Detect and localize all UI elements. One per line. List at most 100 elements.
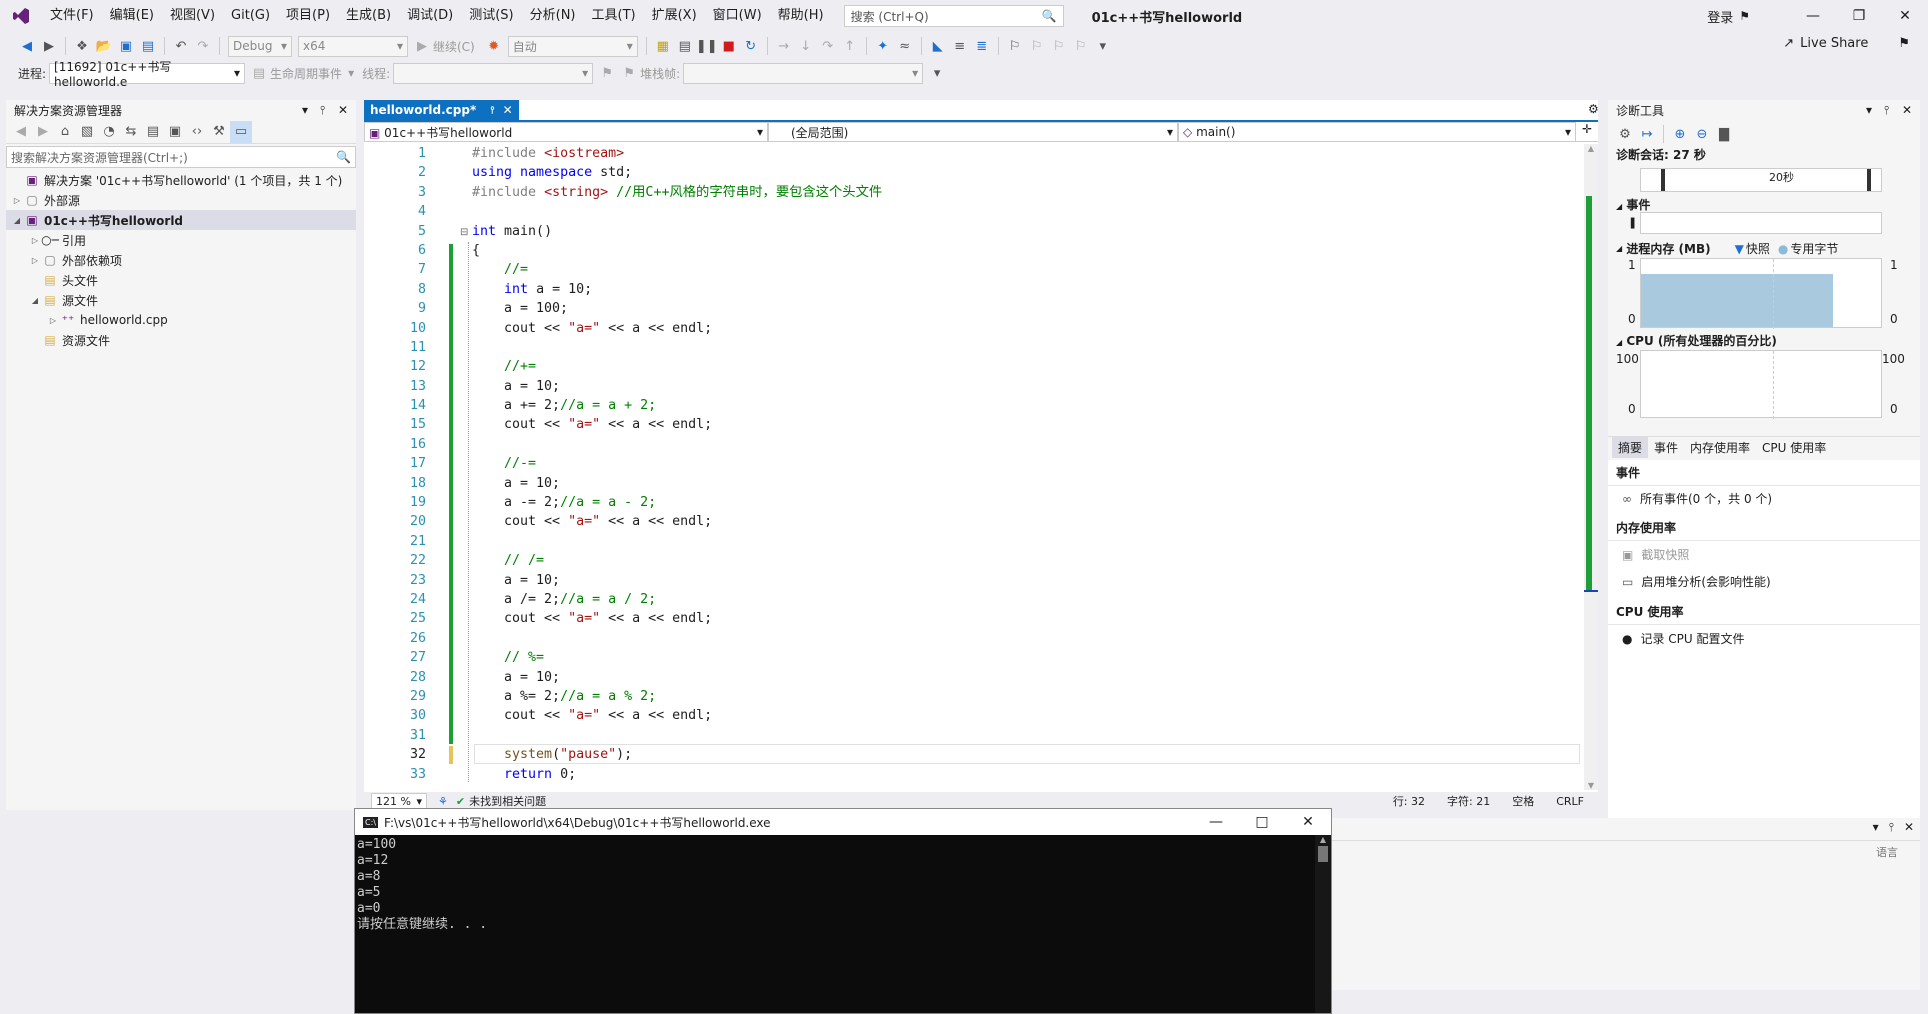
breakpoint-window-icon[interactable]: ◣	[927, 35, 949, 57]
minimize-button[interactable]: —	[1790, 8, 1836, 24]
menu-edit[interactable]: 编辑(E)	[102, 0, 162, 32]
console-scrollbar[interactable]: ▲	[1315, 835, 1331, 1013]
account-icon[interactable]: ⚑	[1739, 9, 1750, 23]
filter-icon[interactable]: ⚑	[618, 62, 640, 84]
code-line[interactable]: 15 cout << "a=" << a << endl;	[364, 415, 1584, 434]
tree-item-resource-files[interactable]: ▤ 资源文件	[6, 330, 356, 350]
expand-icon[interactable]: ▷	[28, 256, 42, 265]
code-line[interactable]: 18 a = 10;	[364, 474, 1584, 493]
layout-icon[interactable]: ▤	[674, 35, 696, 57]
stop-icon[interactable]: ■	[718, 35, 740, 57]
feedback-icon[interactable]: ⚑	[1898, 36, 1910, 51]
close-icon[interactable]: ✕	[338, 103, 356, 117]
refresh-icon[interactable]: ▤	[142, 121, 164, 143]
code-line[interactable]: 29 a %= 2;//a = a % 2;	[364, 687, 1584, 706]
console-close-button[interactable]: ✕	[1285, 814, 1331, 830]
zoom-in-icon[interactable]: ⊕	[1669, 123, 1691, 145]
code-line[interactable]: 8 int a = 10;	[364, 280, 1584, 299]
code-line[interactable]: 3 #include <string> //用C++风格的字符串时，要包含这个头文…	[364, 183, 1584, 202]
issues-status[interactable]: 未找到相关问题	[469, 793, 546, 809]
line-indicator[interactable]: 行: 32	[1393, 793, 1425, 809]
menu-build[interactable]: 生成(B)	[338, 0, 399, 32]
home-icon[interactable]: ⌂	[54, 121, 76, 143]
code-line[interactable]: 7 //=	[364, 260, 1584, 279]
code-line[interactable]: 9 a = 100;	[364, 299, 1584, 318]
code-line[interactable]: 31	[364, 726, 1584, 745]
editor-scrollbar[interactable]: ▲ ▼	[1584, 144, 1598, 790]
search-input[interactable]: 搜索 (Ctrl+Q) 🔍	[843, 5, 1064, 27]
chart-icon[interactable]: ▇	[1713, 123, 1735, 145]
switch-views-icon[interactable]: ▧	[76, 121, 98, 143]
code-line[interactable]: 25 cout << "a=" << a << endl;	[364, 609, 1584, 628]
preview-icon[interactable]: ▭	[230, 120, 252, 143]
flag-icon[interactable]: ⚑	[596, 62, 618, 84]
code-line[interactable]: 10 cout << "a=" << a << endl;	[364, 319, 1584, 338]
clear-bookmark-icon[interactable]: ⚐	[1070, 35, 1092, 57]
code-line[interactable]: 2 using namespace std;	[364, 163, 1584, 182]
step-over-icon[interactable]: ↷	[817, 35, 839, 57]
thread-dropdown[interactable]: ▾	[393, 62, 594, 84]
pin-icon[interactable]: ⫯	[1889, 820, 1894, 835]
tree-item-references[interactable]: ▷ ○─ 引用	[6, 230, 356, 250]
expand-icon[interactable]: ▷	[10, 196, 24, 205]
code-line[interactable]: 11	[364, 338, 1584, 357]
tab-cpu-usage[interactable]: CPU 使用率	[1756, 437, 1832, 458]
collapse-region-icon[interactable]: ⊟	[460, 227, 468, 238]
code-line[interactable]: 4	[364, 202, 1584, 221]
code-line[interactable]: 1 #include <iostream>	[364, 144, 1584, 163]
close-tab-icon[interactable]: ✕	[503, 103, 513, 117]
play-icon[interactable]: ▶	[411, 35, 433, 57]
code-line[interactable]: 33 return 0;	[364, 765, 1584, 784]
pin-icon[interactable]: ⫯	[490, 105, 494, 116]
tab-memory-usage[interactable]: 内存使用率	[1684, 437, 1756, 458]
toolbar-options-icon[interactable]: ▾	[1092, 35, 1114, 57]
forward-icon[interactable]: ▶	[32, 121, 54, 143]
menu-file[interactable]: 文件(F)	[42, 0, 102, 32]
show-next-statement-icon[interactable]: →	[773, 35, 795, 57]
back-icon[interactable]: ◀	[16, 35, 38, 57]
scope-dropdown[interactable]: (全局范围) ▾	[768, 122, 1178, 142]
menu-analyze[interactable]: 分析(N)	[522, 0, 584, 32]
save-icon[interactable]: ▣	[115, 35, 137, 57]
split-icon[interactable]: ✛	[1576, 122, 1598, 141]
signin-link[interactable]: 登录	[1707, 7, 1733, 26]
tab-helloworld-cpp[interactable]: helloworld.cpp* ⫯ ✕	[364, 100, 519, 120]
save-all-icon[interactable]: ▤	[137, 35, 159, 57]
pending-changes-icon[interactable]: ◔	[98, 121, 120, 143]
configuration-dropdown[interactable]: Debug ▾	[228, 35, 292, 57]
menu-project[interactable]: 项目(P)	[278, 0, 338, 32]
tree-item-external-sources[interactable]: ▷ ▢ 外部源	[6, 190, 356, 210]
collapse-all-icon[interactable]: ▣	[164, 121, 186, 143]
expand-icon[interactable]: ▷	[46, 316, 60, 325]
pause-icon[interactable]: ❚❚	[696, 35, 718, 57]
cpu-graph[interactable]	[1640, 350, 1882, 419]
menu-help[interactable]: 帮助(H)	[770, 0, 832, 32]
events-track[interactable]	[1640, 212, 1882, 234]
undo-icon[interactable]: ↶	[170, 35, 192, 57]
console-window[interactable]: C:\ F:\vs\01c++书写helloworld\x64\Debug\01…	[354, 808, 1332, 1014]
code-line[interactable]: 24 a /= 2;//a = a / 2;	[364, 590, 1584, 609]
tab-summary[interactable]: 摘要	[1612, 437, 1649, 458]
properties-icon[interactable]: ⚒	[208, 121, 230, 143]
comment-icon[interactable]: ≡	[949, 35, 971, 57]
export-icon[interactable]: ↦	[1636, 123, 1658, 145]
diagnostic-icon[interactable]: ✦	[872, 35, 894, 57]
function-dropdown[interactable]: ◇ main() ▾	[1178, 122, 1576, 142]
zoom-dropdown[interactable]: 121 % ▾	[371, 793, 427, 809]
live-share[interactable]: ↗ Live Share ⚑	[1783, 36, 1910, 51]
tree-item-solution[interactable]: ▣ 解决方案 '01c++书写helloworld' (1 个项目，共 1 个)	[6, 170, 356, 190]
collapse-icon[interactable]: ◢	[10, 216, 24, 225]
next-bookmark-icon[interactable]: ⚐	[1048, 35, 1070, 57]
char-indicator[interactable]: 字符: 21	[1447, 793, 1490, 809]
close-icon[interactable]: ✕	[1904, 820, 1914, 835]
menu-view[interactable]: 视图(V)	[162, 0, 223, 32]
code-line[interactable]: 14 a += 2;//a = a + 2;	[364, 396, 1584, 415]
timeline-ruler[interactable]: 20秒	[1640, 168, 1882, 192]
solution-search-input[interactable]: 搜索解决方案资源管理器(Ctrl+;) 🔍	[6, 146, 356, 168]
pin-icon[interactable]: ⫯	[1884, 103, 1902, 118]
settings-icon[interactable]: ⚙	[1588, 102, 1599, 116]
continue-button[interactable]: 继续(C)	[433, 38, 475, 55]
menu-debug[interactable]: 调试(D)	[399, 0, 461, 32]
code-line[interactable]: 12 //+=	[364, 357, 1584, 376]
code-line[interactable]: 20 cout << "a=" << a << endl;	[364, 512, 1584, 531]
